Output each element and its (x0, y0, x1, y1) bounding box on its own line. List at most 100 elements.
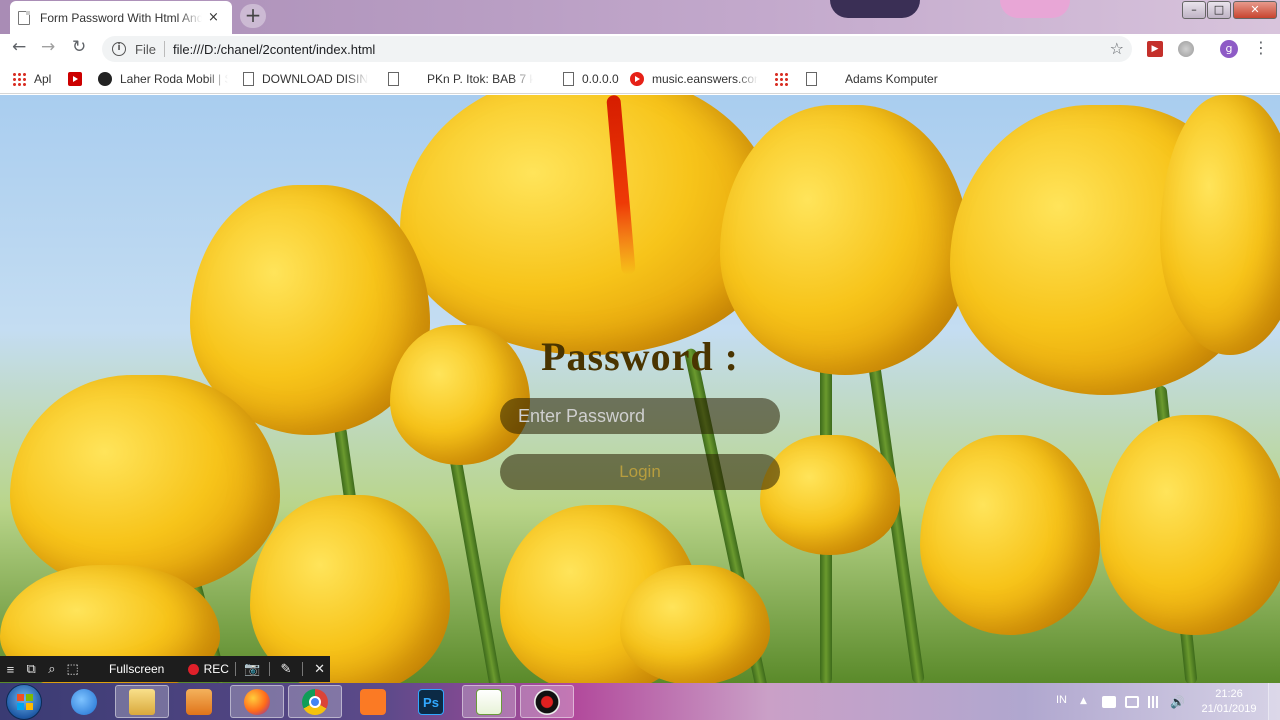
youtube-red-icon (630, 72, 644, 86)
page-title: Password : (541, 334, 739, 379)
window-capture-icon[interactable]: ⧉ (21, 661, 42, 677)
address-scheme: File (135, 41, 156, 57)
bookmark-label: Apl (34, 72, 52, 86)
firefox-icon (244, 688, 270, 715)
pen-icon[interactable]: ✎ (276, 661, 297, 677)
chart-app-icon (476, 688, 502, 715)
address-separator (163, 41, 165, 57)
browser-titlebar: Form Password With Html And C × + – □ ✕ (0, 0, 1280, 34)
tulip-flower (10, 375, 280, 595)
show-hidden-icons-icon[interactable]: ▲ (1080, 696, 1094, 708)
rec-button[interactable]: REC (204, 662, 229, 676)
tulip-flower (920, 435, 1100, 635)
taskbar-chrome[interactable] (288, 685, 342, 718)
start-button[interactable] (6, 684, 42, 720)
bookmark-apps-2[interactable] (774, 71, 796, 87)
password-input[interactable] (500, 398, 780, 434)
tulip-flower (1100, 415, 1280, 635)
internet-explorer-icon (71, 688, 97, 715)
tulip-flower (760, 435, 900, 555)
tab-title: Form Password With Html And C (40, 10, 202, 25)
bookmark-laher-roda[interactable]: Laher Roda Mobil | S (98, 71, 228, 87)
bookmark-youtube[interactable] (68, 71, 90, 87)
bookmark-label: Adams Komputer (845, 72, 938, 86)
url-text[interactable]: file:///D:/chanel/2content/index.html (173, 42, 375, 57)
screen-recorder-icon (534, 688, 560, 715)
action-center-flag-icon[interactable] (1102, 696, 1116, 708)
volume-icon[interactable]: 🔊 (1170, 696, 1185, 708)
close-window-button[interactable]: ✕ (1233, 1, 1277, 19)
taskbar-internet-explorer[interactable] (57, 685, 111, 718)
new-tab-button[interactable]: + (240, 4, 266, 28)
forward-arrow-icon[interactable]: → (41, 37, 55, 57)
globe-extension-icon[interactable] (1178, 41, 1194, 57)
menu-icon[interactable]: ≡ (0, 662, 21, 677)
youtube-extension-icon[interactable]: ▶ (1147, 41, 1163, 57)
bookmark-pkn[interactable]: PKn P. Itok: BAB 7 ke (388, 71, 533, 87)
tulip-flower (620, 565, 770, 683)
wallpaper-decoration (1000, 0, 1070, 18)
close-icon[interactable]: ✕ (309, 661, 330, 677)
taskbar-chart-app[interactable] (462, 685, 516, 718)
clock-date: 21/01/2019 (1201, 703, 1257, 715)
page-icon (243, 72, 254, 86)
divider (234, 662, 236, 676)
system-clock[interactable]: 21:26 21/01/2019 (1196, 687, 1262, 717)
tab-close-icon[interactable]: × (208, 10, 219, 25)
site-icon (98, 72, 112, 86)
info-icon[interactable]: i (112, 42, 126, 56)
page-icon (806, 72, 817, 86)
taskbar-firefox[interactable] (230, 685, 284, 718)
taskbar-photoshop[interactable]: Ps (404, 685, 458, 718)
crop-icon[interactable]: ⬚ (62, 661, 83, 677)
photoshop-icon: Ps (418, 688, 444, 715)
language-indicator[interactable]: IN (1056, 694, 1067, 720)
maximize-button[interactable]: □ (1207, 1, 1231, 19)
bookmark-apps[interactable]: Apl (12, 71, 51, 87)
xampp-icon (360, 688, 386, 715)
taskbar-media-player[interactable] (172, 685, 226, 718)
show-desktop-button[interactable] (1268, 683, 1280, 720)
divider (302, 662, 304, 676)
bookmark-label: 0.0.0.0 (582, 72, 619, 86)
divider (268, 662, 270, 676)
taskbar-file-explorer[interactable] (115, 685, 169, 718)
clock-time: 21:26 (1215, 688, 1243, 700)
camera-icon[interactable]: 📷 (242, 661, 263, 677)
bookmark-label: DOWNLOAD DISINI (262, 72, 368, 86)
tulip-flower (250, 495, 450, 683)
taskbar-screen-recorder[interactable] (520, 685, 574, 718)
region-zoom-icon[interactable]: ⌕ (42, 661, 63, 677)
bookmark-music-eanswers[interactable]: music.eanswers.com (630, 71, 758, 87)
record-dot-icon (188, 663, 199, 675)
apps-icon (12, 72, 26, 86)
bookmark-0000[interactable]: 0.0.0.0 (563, 71, 619, 87)
chrome-icon (302, 688, 328, 715)
folder-icon (129, 688, 155, 715)
power-icon[interactable] (1125, 696, 1139, 708)
minimize-button[interactable]: – (1182, 1, 1206, 19)
bookmark-label: Laher Roda Mobil | S (120, 72, 228, 86)
bookmark-download-disini[interactable]: DOWNLOAD DISINI (243, 71, 368, 87)
fullscreen-mode-label[interactable]: Fullscreen (109, 662, 188, 676)
more-menu-icon[interactable]: ⋮ (1253, 38, 1269, 58)
apps-icon (774, 72, 788, 86)
network-signal-icon[interactable] (1148, 696, 1162, 708)
address-bar[interactable]: i File file:///D:/chanel/2content/index.… (102, 36, 1132, 62)
back-arrow-icon[interactable]: ← (12, 37, 26, 57)
taskbar-xampp[interactable] (346, 685, 400, 718)
document-icon (18, 10, 30, 25)
reload-icon[interactable]: ↻ (72, 37, 86, 57)
youtube-icon (68, 72, 82, 86)
recorder-toolbar: ≡ ⧉ ⌕ ⬚ Fullscreen REC 📷 ✎ ✕ (0, 656, 330, 682)
page-viewport: Password : Login (0, 95, 1280, 683)
bookmark-label: music.eanswers.com (652, 72, 758, 86)
tulip-stem (449, 455, 503, 683)
profile-avatar[interactable]: g (1220, 40, 1238, 58)
windows-taskbar: Ps IN ▲ 🔊 21:26 21/01/2019 (0, 683, 1280, 720)
bookmark-star-icon[interactable]: ☆ (1110, 39, 1124, 58)
browser-tab-active[interactable]: Form Password With Html And C × (10, 1, 232, 34)
bookmark-adams-komputer[interactable]: Adams Komputer (806, 71, 938, 87)
media-player-icon (186, 688, 212, 715)
login-button[interactable]: Login (500, 454, 780, 490)
